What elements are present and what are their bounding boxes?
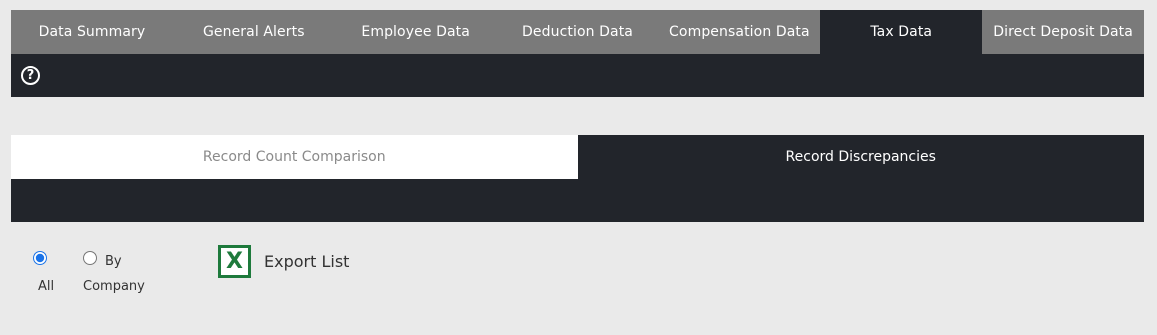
tab-compensation-data[interactable]: Compensation Data [658, 10, 820, 54]
tab-employee-data[interactable]: Employee Data [335, 10, 497, 54]
radio-all-label: All [38, 279, 55, 294]
radio-by-company[interactable] [83, 251, 97, 265]
tab-record-discrepancies[interactable]: Record Discrepancies [577, 135, 1144, 179]
export-list-label: Export List [264, 252, 350, 271]
top-tab-bar: Data Summary General Alerts Employee Dat… [11, 10, 1144, 54]
radio-by-company-wrapper [83, 250, 97, 269]
tab-general-alerts[interactable]: General Alerts [173, 10, 335, 54]
tab-deduction-data[interactable]: Deduction Data [497, 10, 659, 54]
help-bar: ? [11, 54, 1144, 97]
radio-by-company-label-line1: By [105, 254, 122, 269]
tab-tax-data[interactable]: Tax Data [820, 10, 983, 54]
radio-all[interactable] [33, 251, 47, 265]
help-circle-icon[interactable]: ? [21, 66, 40, 85]
tab-record-count-comparison[interactable]: Record Count Comparison [11, 135, 578, 179]
radio-all-wrapper [33, 250, 47, 269]
tab-direct-deposit-data[interactable]: Direct Deposit Data [982, 10, 1144, 54]
excel-icon: X [218, 245, 251, 278]
sub-tab-content-bar [11, 179, 1144, 222]
radio-by-company-label-line2: Company [83, 279, 145, 294]
tab-data-summary[interactable]: Data Summary [11, 10, 173, 54]
sub-tab-bar: Record Count Comparison Record Discrepan… [11, 135, 1144, 179]
export-list-button[interactable]: X Export List [218, 245, 349, 278]
